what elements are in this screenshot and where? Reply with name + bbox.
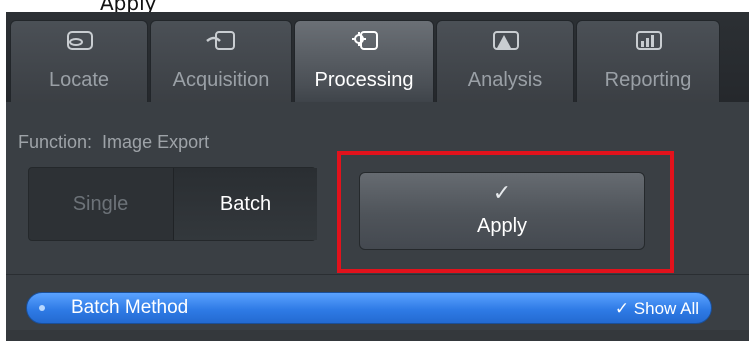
tab-locate[interactable]: Locate [10, 20, 148, 102]
locate-icon [11, 27, 147, 55]
tab-label: Acquisition [172, 69, 270, 91]
reporting-bar-icon [577, 27, 719, 55]
single-mode-button[interactable]: Single [29, 168, 172, 240]
tab-label: Locate [48, 69, 110, 91]
divider [6, 274, 749, 275]
panel-bottom [6, 330, 749, 341]
caption-text: Apply [100, 0, 157, 12]
batch-method-section-header[interactable]: Batch Method ✓ Show All [26, 292, 712, 324]
function-label: Function: Image Export [18, 132, 209, 153]
apply-button-label: Apply [476, 215, 528, 237]
show-all-toggle[interactable]: ✓ Show All [615, 299, 699, 319]
mode-toggle: Single Batch [28, 167, 317, 241]
tab-label: Analysis [467, 69, 543, 91]
batch-mode-button[interactable]: Batch [173, 168, 317, 240]
tab-analysis[interactable]: Analysis [436, 20, 574, 102]
processing-gear-icon [295, 27, 433, 55]
tab-reporting[interactable]: Reporting [576, 20, 720, 102]
tab-label: Reporting [604, 69, 692, 91]
tab-processing[interactable]: Processing [294, 20, 434, 102]
checkmark-icon: ✓ [492, 181, 512, 206]
section-title: Batch Method [71, 297, 189, 318]
function-prefix: Function: [18, 132, 93, 152]
caption-strip: Apply [0, 0, 749, 12]
tab-acquisition[interactable]: Acquisition [150, 20, 292, 102]
analysis-peak-icon [437, 27, 573, 55]
function-value: Image Export [102, 132, 210, 152]
app-window: Locate Acquisition Processing Analysis R [6, 12, 749, 341]
tab-bar: Locate Acquisition Processing Analysis R [6, 12, 749, 102]
apply-button[interactable]: ✓ Apply [359, 172, 645, 250]
tab-label: Processing [314, 69, 414, 91]
expand-dot-icon [39, 305, 45, 311]
acquisition-icon [151, 27, 291, 55]
